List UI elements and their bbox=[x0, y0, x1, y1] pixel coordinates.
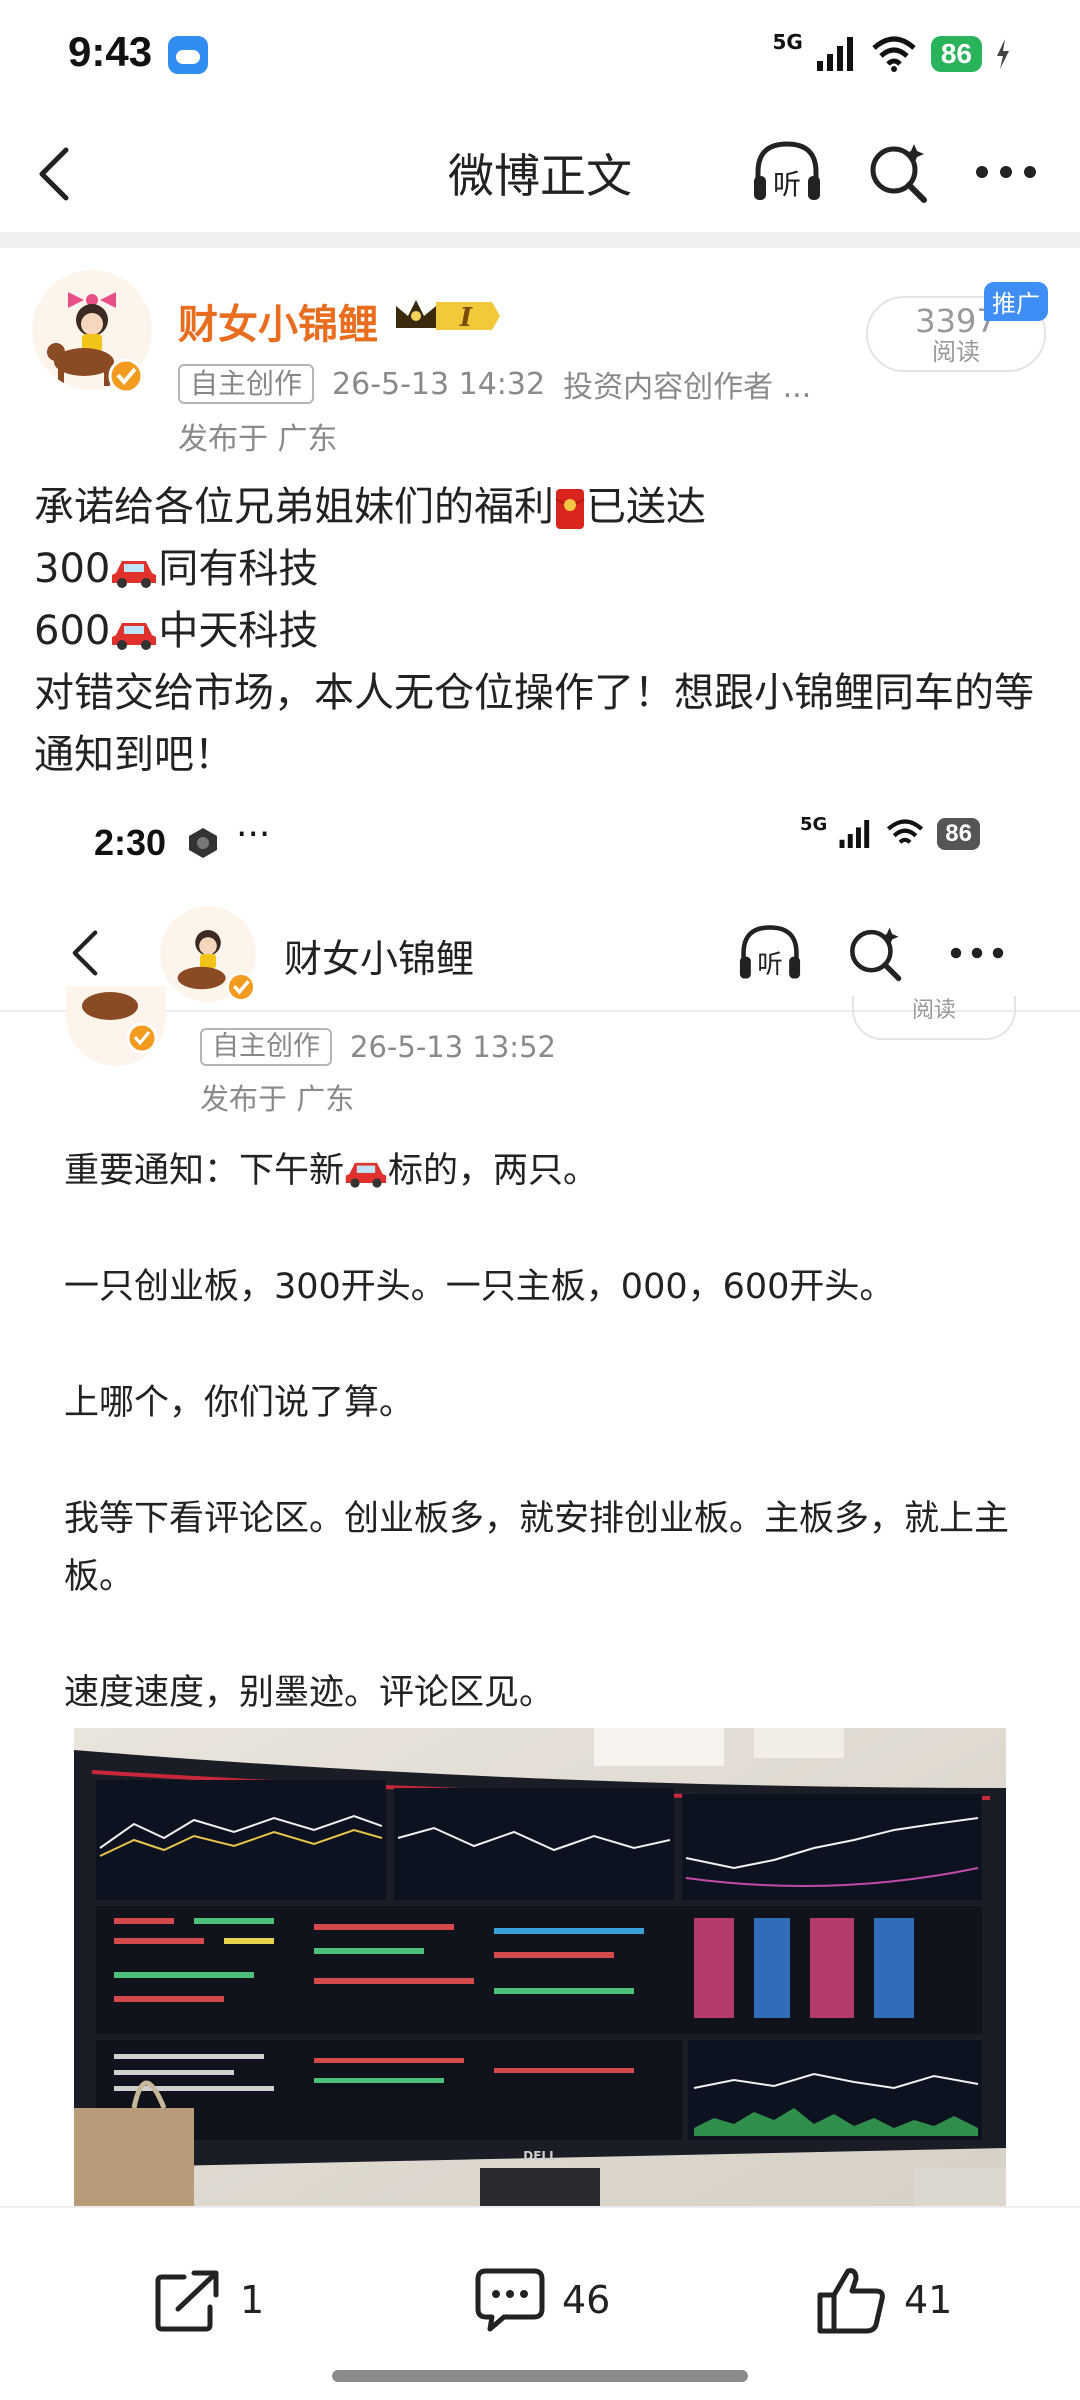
embedded-post-location: 发布于 广东 bbox=[200, 1082, 355, 1116]
battery-indicator: 86 bbox=[930, 36, 982, 72]
more-icon[interactable] bbox=[974, 164, 1038, 180]
embedded-battery: 86 bbox=[937, 818, 980, 850]
author-name[interactable]: 财女小锦鲤 bbox=[178, 292, 378, 350]
trading-monitor-photo[interactable]: DELL bbox=[74, 1728, 1006, 2206]
svg-text:DELL: DELL bbox=[523, 2149, 557, 2163]
embedded-post-meta: 自主创作 26-5-13 13:52 bbox=[200, 1028, 556, 1066]
embedded-avatar-fragment bbox=[66, 986, 166, 1066]
thumbs-up-icon bbox=[817, 2268, 885, 2334]
embedded-status-time: 2:30 bbox=[94, 822, 167, 863]
car-icon bbox=[112, 561, 157, 588]
embedded-author-name: 财女小锦鲤 bbox=[284, 937, 475, 981]
charging-icon bbox=[997, 39, 1009, 69]
embedded-post-datetime: 26-5-13 13:52 bbox=[350, 1030, 556, 1064]
embedded-post-text: 重要通知：下午新 标的，两只。 一只创业板，300开头。一只主板，000，600开… bbox=[64, 1142, 1024, 1722]
back-arrow-icon bbox=[72, 930, 98, 976]
signal-icon bbox=[839, 820, 870, 848]
post-meta: 自主创作 26-5-13 14:32 投资内容创作者 ... bbox=[178, 362, 811, 406]
more-icon bbox=[950, 947, 1004, 959]
repost-count: 1 bbox=[240, 2278, 265, 2322]
listen-icon[interactable]: 听 bbox=[750, 138, 824, 206]
svg-text:听: 听 bbox=[773, 168, 801, 201]
car-icon bbox=[112, 623, 157, 650]
embedded-p1b: 标的，两只。 bbox=[388, 1151, 599, 1191]
embedded-p4: 我等下看评论区。创业板多，就安排创业板。主板多，就上主板。 bbox=[64, 1499, 1010, 1597]
embedded-status-indicators: 5G 86 bbox=[800, 814, 980, 850]
share-icon bbox=[155, 2270, 219, 2332]
svg-text:听: 听 bbox=[757, 950, 783, 980]
network-label: 5G bbox=[772, 30, 803, 54]
svg-text:I: I bbox=[459, 303, 473, 333]
embedded-status-dots: ··· bbox=[236, 814, 271, 855]
post-line-2-name: 同有科技 bbox=[158, 546, 319, 592]
comment-button[interactable]: 46 bbox=[474, 2260, 610, 2340]
wifi-icon bbox=[872, 36, 916, 72]
verified-badge-icon bbox=[108, 358, 144, 394]
repost-button[interactable]: 1 bbox=[154, 2260, 264, 2340]
embedded-read-label: 阅读 bbox=[852, 996, 1016, 1040]
listen-icon: 听 bbox=[739, 925, 801, 980]
wifi-icon bbox=[887, 819, 924, 844]
camera-app-icon bbox=[189, 828, 217, 858]
crown-badge-icon: I bbox=[396, 300, 500, 333]
embedded-p5: 速度速度，别墨迹。评论区见。 bbox=[64, 1673, 555, 1713]
post-line-1a: 承诺给各位兄弟姐妹们的福利 bbox=[34, 484, 554, 530]
like-button[interactable]: 41 bbox=[816, 2260, 952, 2340]
promote-badge[interactable]: 推广 bbox=[984, 282, 1048, 321]
post-line-3-name: 中天科技 bbox=[158, 608, 319, 654]
read-label: 阅读 bbox=[932, 338, 980, 366]
embedded-p1a: 重要通知：下午新 bbox=[64, 1151, 345, 1191]
car-icon bbox=[345, 1162, 387, 1188]
embedded-original-tag: 自主创作 bbox=[200, 1028, 332, 1066]
status-time: 9:43 bbox=[68, 28, 153, 75]
top-nav-bar: 微博正文 听 bbox=[0, 108, 1080, 232]
like-count: 41 bbox=[904, 2278, 953, 2322]
red-envelope-icon bbox=[555, 489, 585, 529]
signal-icon bbox=[816, 37, 853, 71]
comment-icon bbox=[475, 2268, 545, 2332]
weather-icon bbox=[168, 36, 208, 74]
embedded-screenshot[interactable]: 2:30 ··· 5G 86 财女小锦鲤 听 阅读 自主创作 26-5-13 1… bbox=[0, 800, 1080, 2206]
status-indicators: 5G 86 bbox=[773, 30, 1011, 78]
embedded-network-label: 5G bbox=[799, 813, 828, 835]
section-divider bbox=[0, 232, 1080, 248]
embedded-p2: 一只创业板，300开头。一只主板，000，600开头。 bbox=[64, 1267, 895, 1307]
post-line-3-code: 600 bbox=[34, 608, 111, 654]
status-bar: 9:43 5G 86 bbox=[0, 0, 1080, 108]
post-line-1b: 已送达 bbox=[586, 484, 706, 530]
original-tag: 自主创作 bbox=[178, 364, 315, 404]
author-identity: 投资内容创作者 ... bbox=[563, 370, 812, 405]
verified-badge-icon bbox=[226, 972, 256, 1002]
post-location: 发布于 广东 bbox=[178, 422, 338, 457]
post-line-4: 对错交给市场，本人无仓位操作了！想跟小锦鲤同车的等通知到吧！ bbox=[34, 670, 1034, 778]
post-line-2-code: 300 bbox=[34, 546, 111, 592]
post-datetime: 26-5-13 14:32 bbox=[332, 366, 546, 402]
post-text: 承诺给各位兄弟姐妹们的福利 已送达 300 同有科技 600 中天科技 对错交给市场，… bbox=[34, 476, 1054, 786]
home-indicator[interactable] bbox=[332, 2370, 748, 2382]
comment-count: 46 bbox=[562, 2278, 611, 2322]
search-icon bbox=[850, 927, 902, 982]
embedded-p3: 上哪个，你们说了算。 bbox=[64, 1383, 415, 1423]
search-icon[interactable] bbox=[866, 140, 930, 204]
